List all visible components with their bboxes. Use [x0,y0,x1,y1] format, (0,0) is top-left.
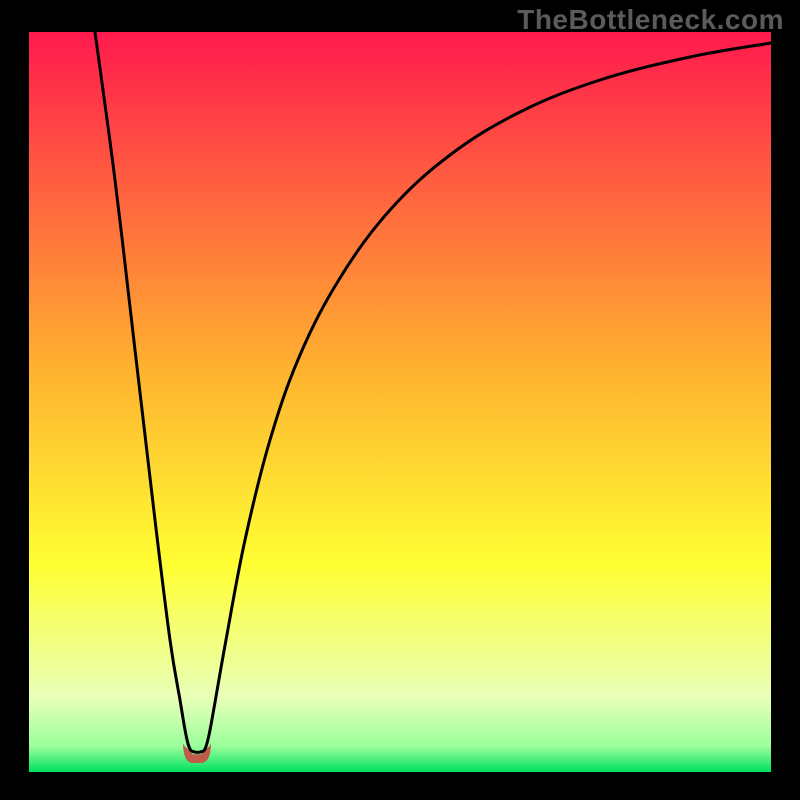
bottleneck-chart [0,0,800,800]
chart-frame: TheBottleneck.com [0,0,800,800]
